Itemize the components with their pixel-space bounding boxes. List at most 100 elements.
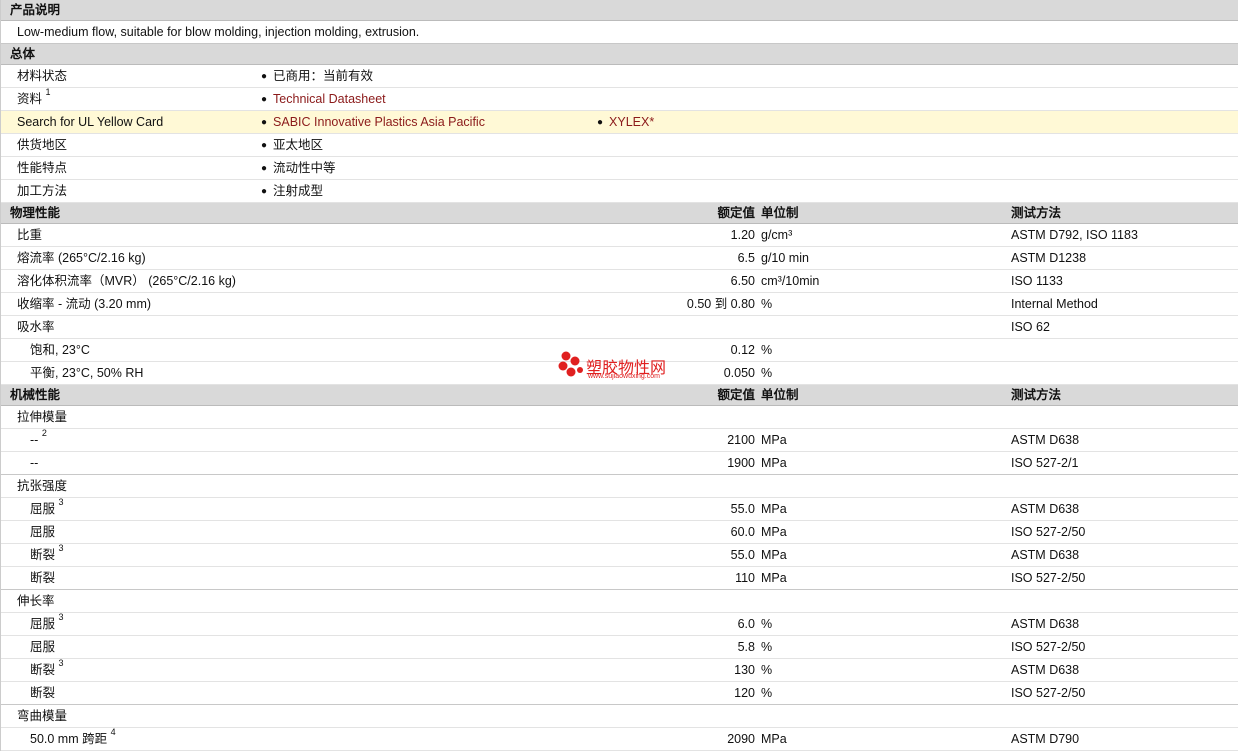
property-label-text: 断裂 [30, 686, 56, 700]
footnote-ref: 1 [45, 86, 51, 97]
nominal-value: 0.12 [730, 343, 755, 357]
mechanical-row: 屈服 3 55.0 MPa ASTM D638 [1, 496, 1238, 521]
bullet-icon: ● [597, 117, 604, 128]
property-label: 饱和, 23°C [30, 339, 90, 361]
nominal-value: 120 [734, 686, 755, 700]
property-label: 屈服 3 [30, 611, 64, 635]
row-label-text: Search for UL Yellow Card [17, 115, 164, 129]
value-link[interactable]: XYLEX* [609, 115, 654, 129]
mechanical-row: 弯曲模量 [1, 705, 1238, 728]
property-label-text: 吸水率 [17, 320, 55, 334]
mechanical-row: 抗张强度 [1, 475, 1238, 498]
product-description-text: Low-medium flow, suitable for blow moldi… [1, 21, 1238, 44]
property-label-text: 屈服 [30, 502, 56, 516]
bullet-icon: ● [261, 163, 268, 174]
nominal-value: 6.0 [737, 617, 755, 631]
property-label: -- 2 [30, 428, 47, 451]
test-method: ASTM D790 [1011, 732, 1080, 746]
general-rows: 材料状态 ● 已商用：当前有效 资料 1 ● Technical Datasheet Sea… [1, 65, 1238, 203]
row-value-item[interactable]: ● Technical Datasheet [261, 88, 386, 112]
mechanical-row: 屈服 3 6.0% ASTM D638 [1, 611, 1238, 636]
physical-row: 收缩率 - 流动 (3.20 mm) 0.50 到 0.80% Internal M… [1, 293, 1238, 316]
test-method: ISO 1133 [1011, 274, 1063, 288]
property-label: 伸长率 [17, 590, 55, 612]
property-label-text: 拉伸模量 [17, 410, 68, 424]
property-label: 吸水率 [17, 316, 55, 338]
unit: % [761, 640, 773, 654]
property-label: 屈服 [30, 636, 55, 658]
property-label: 熔流率 (265°C/2.16 kg) [17, 247, 146, 269]
row-value-item[interactable]: ● XYLEX* [597, 111, 654, 135]
header-unit: 单位制 [761, 388, 799, 402]
nominal-value: 55.0 [730, 548, 755, 562]
mechanical-row: 断裂 3 55.0 MPa ASTM D638 [1, 543, 1238, 567]
general-row: 加工方法 ● 注射成型 [1, 180, 1238, 203]
row-label: 性能特点 [17, 157, 67, 179]
test-method: ISO 527-2/50 [1011, 640, 1086, 654]
property-label: 抗张强度 [17, 475, 67, 497]
general-row: 性能特点 ● 流动性中等 [1, 157, 1238, 180]
header-nominal-value: 额定值 [717, 206, 755, 220]
property-label: 屈服 [30, 521, 55, 543]
property-label-text: 弯曲模量 [17, 709, 68, 723]
test-method: ASTM D792, ISO 1183 [1011, 228, 1138, 242]
section-general: 总体 [1, 44, 1238, 65]
property-label: 比重 [17, 224, 42, 246]
section-physical: 物理性能 额定值 单位制 测试方法 [1, 203, 1238, 224]
general-row: 供货地区 ● 亚太地区 [1, 134, 1238, 157]
mechanical-row: -- 2 2100 MPa ASTM D638 [1, 428, 1238, 452]
general-row: 资料 1 ● Technical Datasheet [1, 86, 1238, 112]
footnote-ref: 3 [58, 496, 64, 507]
unit: % [761, 297, 773, 311]
unit: MPa [761, 548, 787, 562]
physical-row: 比重 1.20 g/cm³ ASTM D792, ISO 1183 [1, 224, 1238, 247]
mechanical-row: 断裂 120% ISO 527-2/50 [1, 682, 1238, 705]
unit: MPa [761, 433, 787, 447]
row-label-text: 供货地区 [17, 138, 68, 152]
unit: MPa [761, 502, 787, 516]
property-label: 断裂 [30, 682, 55, 704]
section-title: 机械性能 [10, 388, 61, 402]
test-method: ISO 527-2/1 [1011, 456, 1079, 470]
general-row: Search for UL Yellow Card ● SABIC Innovati… [1, 111, 1238, 134]
bullet-icon: ● [261, 186, 268, 197]
header-test-method: 测试方法 [1011, 388, 1062, 402]
unit: MPa [761, 571, 787, 585]
test-method: ASTM D638 [1011, 433, 1080, 447]
property-label: -- [30, 452, 38, 474]
row-label: 加工方法 [17, 180, 67, 202]
bullet-icon: ● [261, 94, 268, 105]
nominal-value: 6.50 [730, 274, 755, 288]
test-method: ISO 527-2/50 [1011, 525, 1086, 539]
property-label: 断裂 3 [30, 658, 64, 681]
value-link[interactable]: SABIC Innovative Plastics Asia Pacific [273, 115, 485, 129]
test-method: ASTM D638 [1011, 502, 1080, 516]
watermark-logo: 塑胶物性网 www.sujiaowuxing.com [556, 350, 696, 384]
footnote-ref: 3 [58, 611, 64, 622]
value-text: 亚太地区 [273, 138, 324, 152]
property-label: 溶化体积流率（MVR） (265°C/2.16 kg) [17, 270, 236, 292]
property-label-text: 平衡, 23°C, 50% RH [30, 366, 144, 380]
bullet-icon: ● [261, 117, 268, 128]
property-label-text: 50.0 mm 跨距 [30, 732, 108, 746]
property-label-text: 屈服 [30, 640, 56, 654]
nominal-value: 130 [734, 663, 755, 677]
property-label-text: 断裂 [30, 548, 56, 562]
row-value-item: ● 亚太地区 [261, 134, 323, 158]
nominal-value: 0.050 [723, 366, 755, 380]
nominal-value: 2090 [727, 732, 755, 746]
row-value-item[interactable]: ● SABIC Innovative Plastics Asia Pacific [261, 111, 485, 135]
general-row: 材料状态 ● 已商用：当前有效 [1, 65, 1238, 88]
property-label: 屈服 3 [30, 496, 64, 520]
unit: MPa [761, 525, 787, 539]
property-label-text: 断裂 [30, 571, 56, 585]
unit: g/10 min [761, 251, 809, 265]
nominal-value: 6.5 [737, 251, 755, 265]
mechanical-row: 50.0 mm 跨距 4 2090 MPa ASTM D790 [1, 727, 1238, 751]
property-label: 弯曲模量 [17, 705, 67, 727]
row-label: 材料状态 [17, 65, 67, 87]
unit: MPa [761, 732, 787, 746]
nominal-value: 55.0 [730, 502, 755, 516]
value-link[interactable]: Technical Datasheet [273, 92, 386, 106]
row-label: 资料 1 [17, 86, 51, 110]
